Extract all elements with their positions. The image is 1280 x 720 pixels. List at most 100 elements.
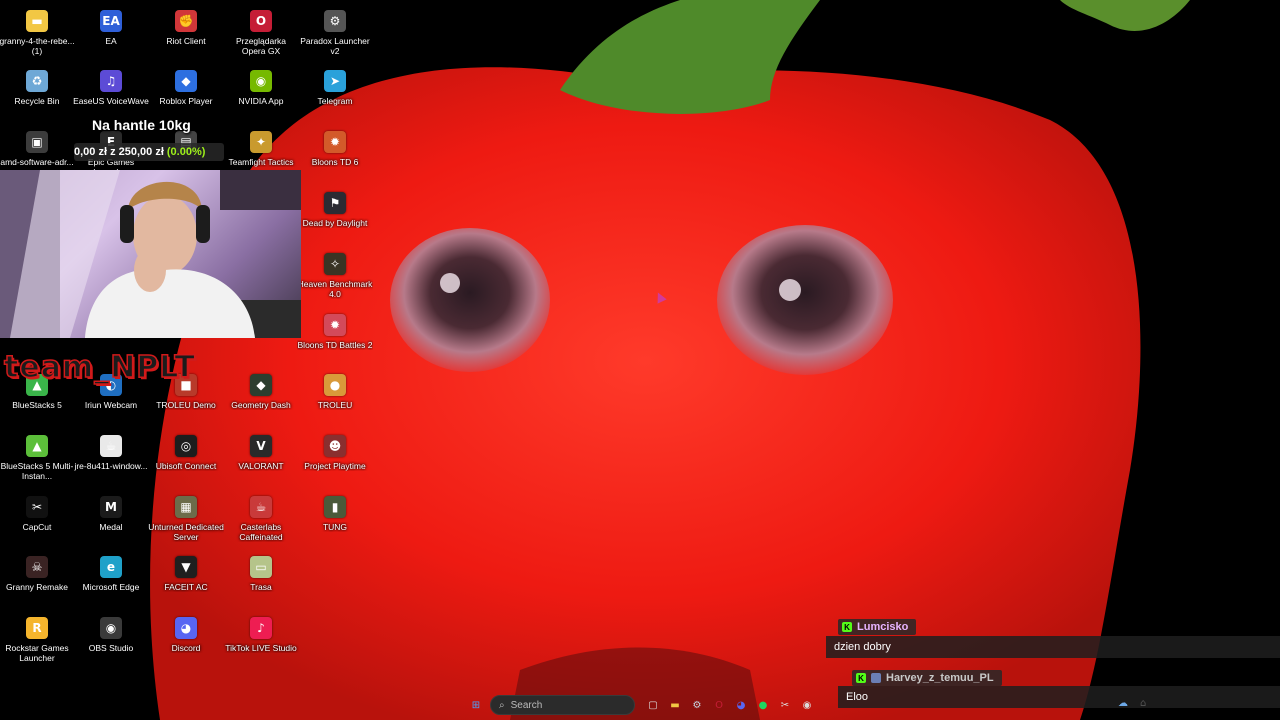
desktop-shortcut[interactable]: e Microsoft Edge xyxy=(74,550,148,608)
kick-badge-icon: K xyxy=(856,673,866,683)
system-tray: ☁ ⌂ xyxy=(1118,698,1154,710)
geometry-dash-icon: ◆ xyxy=(250,374,272,396)
desktop-shortcut-label: Dead by Daylight xyxy=(302,218,368,228)
telegram-icon: ➤ xyxy=(324,70,346,92)
steam-icon[interactable]: ⚙ xyxy=(689,697,705,713)
tung-icon: ▮ xyxy=(324,496,346,518)
spotify-icon[interactable]: ● xyxy=(755,697,771,713)
desktop-shortcut-label: Recycle Bin xyxy=(14,96,60,106)
file-explorer-icon[interactable]: ▬ xyxy=(667,697,683,713)
desktop-shortcut-label: Telegram xyxy=(317,96,353,106)
desktop-shortcut-label: Przeglądarka Opera GX xyxy=(235,36,287,56)
sub-badge-icon xyxy=(871,673,881,683)
roblox-icon: ◆ xyxy=(175,70,197,92)
desktop-shortcut[interactable]: O Przeglądarka Opera GX xyxy=(224,4,298,62)
desktop-shortcut[interactable]: ☕ Casterlabs Caffeinated xyxy=(224,490,298,548)
tray-overflow-icon[interactable]: ⌂ xyxy=(1140,698,1154,710)
desktop-shortcut[interactable]: ♫ EaseUS VoiceWave xyxy=(73,64,149,122)
search-icon: ⌕ xyxy=(499,699,505,711)
desktop-shortcut[interactable]: ♪ TikTok LIVE Studio xyxy=(224,611,298,669)
desktop-shortcut[interactable]: ▼ FACEIT AC xyxy=(149,550,223,608)
desktop-shortcut[interactable]: ◕ Discord xyxy=(149,611,223,669)
taskbar-search[interactable]: ⌕ Search xyxy=(490,695,635,715)
desktop-shortcut-label: Paradox Launcher v2 xyxy=(300,36,370,56)
heaven-icon: ✧ xyxy=(324,253,346,275)
desktop-shortcut[interactable]: ✧ Heaven Benchmark 4.0 xyxy=(298,247,372,305)
bloons-td6-icon: ✹ xyxy=(324,131,346,153)
desktop-shortcut[interactable]: R Rockstar Games Launcher xyxy=(0,611,74,669)
desktop-shortcut-label: Discord xyxy=(171,643,201,653)
discord-taskbar-icon[interactable]: ◕ xyxy=(733,697,749,713)
desktop-shortcut-label: BlueStacks 5 Multi-Instan... xyxy=(0,461,74,481)
desktop-shortcut[interactable]: ◉ OBS Studio xyxy=(74,611,148,669)
search-placeholder: Search xyxy=(510,699,543,711)
desktop-shortcut-label: Geometry Dash xyxy=(231,400,291,410)
riot-icon: ✊ xyxy=(175,10,197,32)
desktop-shortcut[interactable]: ▭ Trasa xyxy=(224,550,298,608)
chat-message-1: dzien dobry xyxy=(826,636,1280,658)
donation-goal-percent: (0.00%) xyxy=(166,146,206,158)
desktop-shortcut-label: VALORANT xyxy=(238,461,284,471)
desktop-shortcut[interactable]: V VALORANT xyxy=(224,429,298,487)
desktop-shortcut[interactable]: ☕ jre-8u411-window... xyxy=(74,429,148,487)
desktop-shortcut[interactable]: M Medal xyxy=(74,490,148,548)
desktop-shortcut-label: CapCut xyxy=(22,522,52,532)
desktop-shortcut-label: Roblox Player xyxy=(159,96,213,106)
folder-icon: ▬ xyxy=(26,10,48,32)
dbd-icon: ⚑ xyxy=(324,192,346,214)
opera-gx-taskbar-icon[interactable]: O xyxy=(711,697,727,713)
ea-icon: EA xyxy=(100,10,122,32)
desktop-shortcut[interactable]: ⚑ Dead by Daylight xyxy=(298,186,372,244)
recycle-bin-icon: ♻ xyxy=(26,70,48,92)
paradox-icon: ⚙ xyxy=(324,10,346,32)
voicewave-icon: ♫ xyxy=(100,70,122,92)
desktop-shortcut-label: Medal xyxy=(99,522,123,532)
desktop-shortcut[interactable]: ✹ Bloons TD Battles 2 xyxy=(298,308,372,366)
desktop-shortcut[interactable]: ▬ granny-4-the-rebe... (1) xyxy=(0,4,75,62)
unturned-icon: ▦ xyxy=(175,496,197,518)
desktop-shortcut[interactable]: ➤ Telegram xyxy=(298,64,372,122)
desktop-shortcut-label: Microsoft Edge xyxy=(82,582,140,592)
onedrive-icon[interactable]: ☁ xyxy=(1118,698,1132,710)
granny-remake-icon: ☠ xyxy=(26,556,48,578)
desktop-shortcut[interactable]: ☻ Project Playtime xyxy=(298,429,372,487)
valorant-icon: V xyxy=(250,435,272,457)
desktop-shortcut-label: Granny Remake xyxy=(6,582,68,592)
task-view-icon[interactable]: ▢ xyxy=(645,697,661,713)
desktop-shortcut[interactable]: EA EA xyxy=(74,4,148,62)
opera-gx-icon: O xyxy=(250,10,272,32)
desktop-shortcut-label: Bloons TD Battles 2 xyxy=(297,340,373,350)
bluestacks-multi-icon: ▲ xyxy=(26,435,48,457)
chat-username-1: K Lumcisko xyxy=(838,619,917,635)
desktop-shortcut[interactable]: ▲ BlueStacks 5 Multi-Instan... xyxy=(0,429,74,487)
desktop-shortcut-label: granny-4-the-rebe... (1) xyxy=(0,36,75,56)
desktop-shortcut[interactable]: ♻ Recycle Bin xyxy=(0,64,74,122)
desktop-shortcut-label: Ubisoft Connect xyxy=(155,461,217,471)
donation-goal-title: Na hantle 10kg xyxy=(92,117,191,133)
obs-taskbar-icon[interactable]: ◉ xyxy=(799,697,815,713)
desktop-shortcut[interactable]: ✊ Riot Client xyxy=(149,4,223,62)
desktop-shortcut[interactable]: ✹ Bloons TD 6 xyxy=(298,125,372,183)
desktop-shortcut[interactable]: ◆ Geometry Dash xyxy=(224,368,298,426)
desktop-shortcut-label: TROLEU xyxy=(317,400,353,410)
desktop-shortcut-label: EaseUS VoiceWave xyxy=(73,96,149,106)
medal-icon: M xyxy=(100,496,122,518)
desktop-shortcut[interactable]: ⚙ Paradox Launcher v2 xyxy=(298,4,372,62)
desktop-shortcut[interactable]: ● TROLEU xyxy=(298,368,372,426)
desktop-shortcut[interactable]: ▦ Unturned Dedicated Server xyxy=(148,490,224,548)
desktop-shortcut[interactable]: ▮ TUNG xyxy=(298,490,372,548)
desktop-shortcut[interactable]: ◎ Ubisoft Connect xyxy=(149,429,223,487)
chat-user-name: Lumcisko xyxy=(857,621,909,633)
desktop-shortcut[interactable]: ☠ Granny Remake xyxy=(0,550,74,608)
desktop-shortcut[interactable]: ◉ NVIDIA App xyxy=(224,64,298,122)
desktop-shortcut-label: Unturned Dedicated Server xyxy=(148,522,224,542)
webcam-feed xyxy=(0,170,301,338)
tft-icon: ✦ xyxy=(250,131,272,153)
bloons-battles-icon: ✹ xyxy=(324,314,346,336)
faceit-icon: ▼ xyxy=(175,556,197,578)
start-button[interactable]: ⊞ xyxy=(468,697,484,713)
desktop-shortcut[interactable]: ✂ CapCut xyxy=(0,490,74,548)
desktop-shortcut-label: EA xyxy=(105,36,117,46)
capcut-taskbar-icon[interactable]: ✂ xyxy=(777,697,793,713)
desktop-shortcut[interactable]: ◆ Roblox Player xyxy=(149,64,223,122)
